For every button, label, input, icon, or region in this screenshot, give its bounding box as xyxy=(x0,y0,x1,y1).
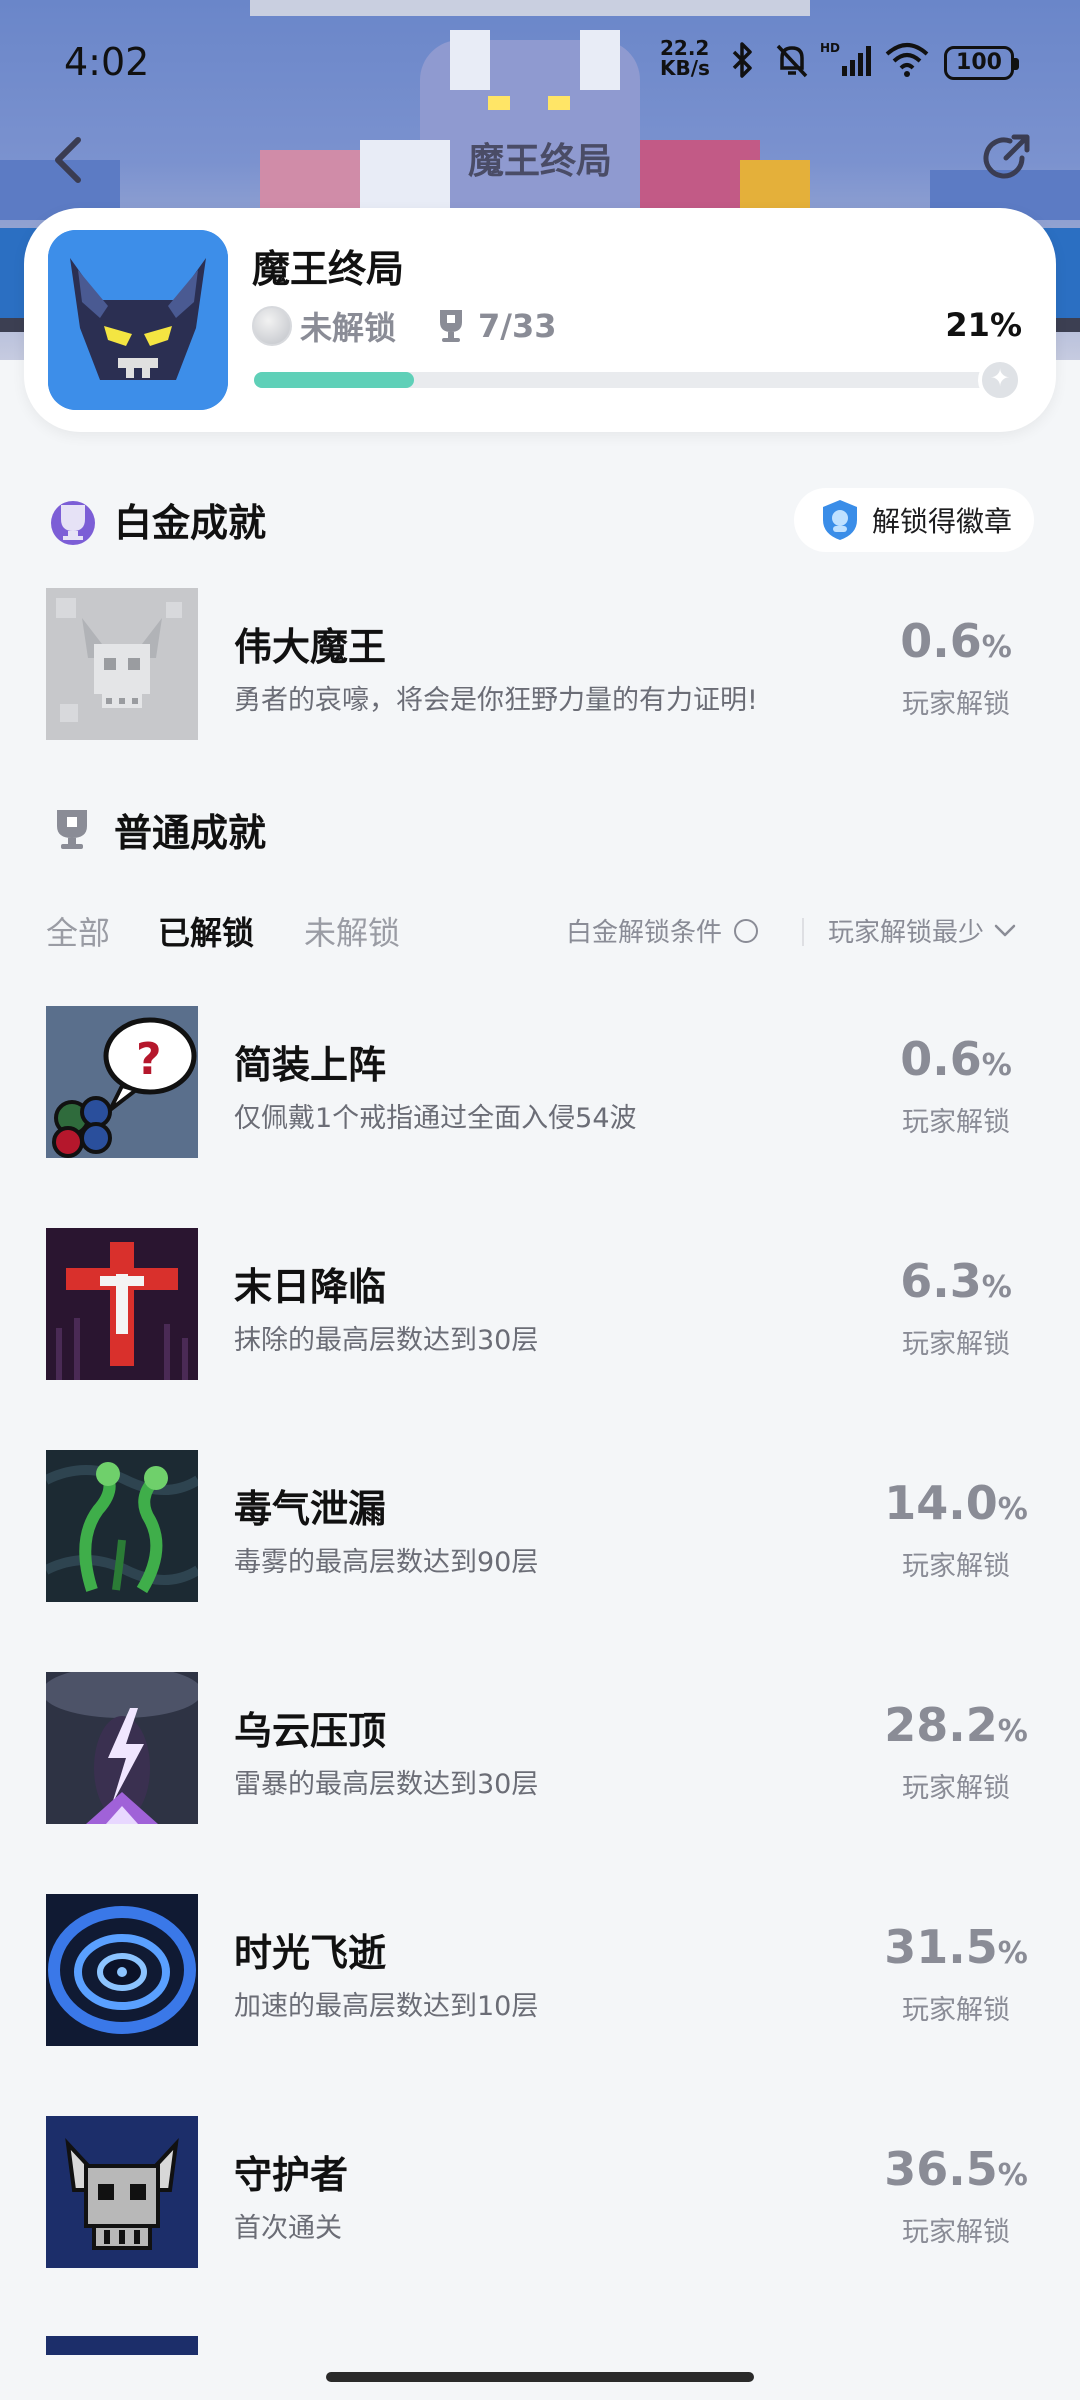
share-icon[interactable] xyxy=(976,128,1036,188)
achievement-row[interactable]: 守护者 首次通关 36.5% 玩家解锁 xyxy=(46,2116,1036,2268)
achievement-rate: 28.2% xyxy=(884,1698,1028,1752)
achievement-thumbnail xyxy=(46,2116,198,2268)
trophy-count: 7/33 xyxy=(436,304,556,348)
achievement-thumbnail: ? xyxy=(46,1006,198,1158)
achievement-row[interactable]: 乌云压顶 雷暴的最高层数达到30层 28.2% 玩家解锁 xyxy=(46,1672,1036,1824)
achievement-name: 毒气泄漏 xyxy=(234,1487,387,1531)
tab-unlocked[interactable]: 已解锁 xyxy=(158,908,254,954)
achievement-desc: 勇者的哀嚎，将会是你狂野力量的有力证明! xyxy=(234,685,758,716)
achievement-thumbnail xyxy=(46,1450,198,1602)
achievement-rate: 14.0% xyxy=(884,1476,1028,1530)
tab-all[interactable]: 全部 xyxy=(46,908,110,954)
achievement-thumbnail xyxy=(46,1672,198,1824)
status-bar: 4:02 22.2 KB/s HD 100 xyxy=(0,0,1080,110)
achievement-row[interactable]: ? 简装上阵 仅佩戴1个戒指通过全面入侵54波 0.6% 玩家解锁 xyxy=(46,1006,1036,1158)
platinum-section-title: 白金成就 xyxy=(46,492,266,547)
platinum-condition-toggle[interactable]: 白金解锁条件 xyxy=(566,912,759,949)
achievement-name: 守护者 xyxy=(234,2153,349,2197)
battery-indicator: 100 xyxy=(944,46,1019,80)
platinum-trophy-icon xyxy=(51,500,95,545)
achievement-thumbnail xyxy=(46,1228,198,1380)
achievement-rate-label: 玩家解锁 xyxy=(902,1995,1010,2026)
svg-text:HD: HD xyxy=(820,41,840,55)
achievement-rate-label: 玩家解锁 xyxy=(902,1329,1010,1360)
trophy-icon xyxy=(440,310,462,342)
network-speed: 22.2 KB/s xyxy=(660,36,710,80)
mute-bell-icon xyxy=(776,44,808,78)
progress-fill xyxy=(254,372,414,388)
achievement-rate: 0.6% xyxy=(900,1032,1012,1086)
page-title: 魔王终局 xyxy=(467,141,612,182)
sort-dropdown[interactable]: 玩家解锁最少 xyxy=(828,912,1016,949)
achievement-name: 末日降临 xyxy=(234,1265,387,1309)
chevron-down-icon xyxy=(994,924,1016,936)
shield-badge-icon xyxy=(823,500,857,540)
achievement-row[interactable]: 末日降临 抹除的最高层数达到30层 6.3% 玩家解锁 xyxy=(46,1228,1036,1380)
filter-divider xyxy=(802,918,804,946)
trophy-icon xyxy=(57,809,87,849)
achievement-row[interactable]: 毒气泄漏 毒雾的最高层数达到90层 14.0% 玩家解锁 xyxy=(46,1450,1036,1602)
game-summary-card[interactable]: 魔王终局 未解锁 7/33 21% xyxy=(24,208,1056,432)
achievement-name: 乌云压顶 xyxy=(234,1709,387,1753)
achievement-row[interactable]: 时光飞逝 加速的最高层数达到10层 31.5% 玩家解锁 xyxy=(46,1894,1036,2046)
achievement-rate-label: 玩家解锁 xyxy=(902,1551,1010,1582)
achievement-name: 简装上阵 xyxy=(234,1043,387,1087)
achievement-desc: 毒雾的最高层数达到90层 xyxy=(234,1547,539,1578)
achievement-desc: 雷暴的最高层数达到30层 xyxy=(234,1769,539,1800)
achievement-rate-label: 玩家解锁 xyxy=(902,689,1010,720)
achievement-rate-label: 玩家解锁 xyxy=(902,1773,1010,1804)
achievement-desc: 抹除的最高层数达到30层 xyxy=(234,1325,539,1356)
achievement-rate-label: 玩家解锁 xyxy=(902,2217,1010,2248)
platinum-achievement-row[interactable]: 伟大魔王 勇者的哀嚎，将会是你狂野力量的有力证明! 0.6% 玩家解锁 xyxy=(46,588,1036,740)
achievement-desc: 仅佩戴1个戒指通过全面入侵54波 xyxy=(234,1103,637,1134)
tab-locked[interactable]: 未解锁 xyxy=(304,908,400,954)
achievement-rate: 31.5% xyxy=(884,1920,1028,1974)
normal-section-title: 普通成就 xyxy=(52,802,266,857)
achievement-thumbnail xyxy=(46,1894,198,2046)
achievement-rate-label: 玩家解锁 xyxy=(902,1107,1010,1138)
game-icon xyxy=(48,230,228,410)
completion-percent: 21% xyxy=(945,306,1022,344)
platinum-status: 未解锁 xyxy=(252,304,396,348)
filter-bar: 全部 已解锁 未解锁 白金解锁条件 玩家解锁最少 xyxy=(46,908,1036,962)
achievement-rate: 0.6% xyxy=(900,614,1012,668)
radio-circle-icon xyxy=(734,918,759,943)
platinum-goal-icon xyxy=(978,358,1022,402)
wifi-icon xyxy=(885,43,929,77)
game-name: 魔王终局 xyxy=(252,247,405,291)
svg-text:?: ? xyxy=(136,1034,162,1085)
achievement-rate: 6.3% xyxy=(900,1254,1012,1308)
status-time: 4:02 xyxy=(64,40,150,84)
unlock-badge-button[interactable]: 解锁得徽章 xyxy=(794,488,1034,552)
completion-progress-bar xyxy=(254,358,1022,402)
signal-icon: HD xyxy=(820,41,871,76)
home-indicator[interactable] xyxy=(326,2372,754,2382)
bluetooth-icon xyxy=(732,42,752,78)
achievement-rate: 36.5% xyxy=(884,2142,1028,2196)
achievement-name: 时光飞逝 xyxy=(234,1931,387,1975)
achievement-name: 伟大魔王 xyxy=(234,625,387,669)
platinum-medal-icon xyxy=(252,306,292,346)
achievement-thumbnail xyxy=(46,588,198,740)
achievement-desc: 首次通关 xyxy=(234,2213,342,2244)
achievement-desc: 加速的最高层数达到10层 xyxy=(234,1991,539,2022)
